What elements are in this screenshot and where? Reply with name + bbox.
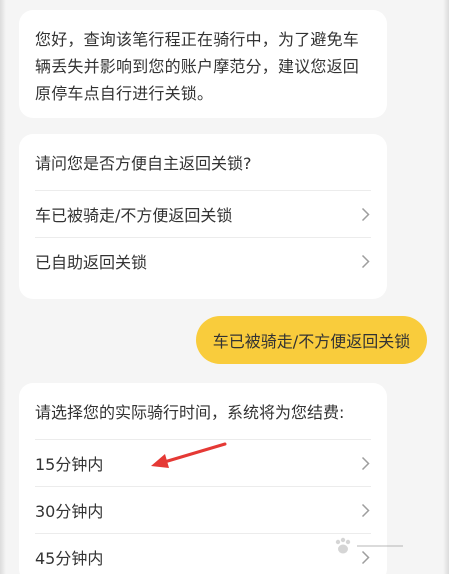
- option-bike-taken[interactable]: 车已被骑走/不方便返回关锁: [35, 190, 371, 237]
- chat-screen: 您好，查询该笔行程正在骑行中，为了避免车 辆丢失并影响到您的账户摩范分，建议您返…: [0, 0, 449, 574]
- option-45-minutes[interactable]: 45分钟内: [35, 533, 371, 574]
- notice-message: 您好，查询该笔行程正在骑行中，为了避免车 辆丢失并影响到您的账户摩范分，建议您返…: [35, 26, 371, 107]
- option-label: 45分钟内: [35, 549, 104, 568]
- notice-line: 您好，查询该笔行程正在骑行中，为了避免车: [35, 30, 360, 49]
- question-title: 请选择您的实际骑行时间，系统将为您结费:: [35, 403, 345, 422]
- option-label: 已自助返回关锁: [35, 253, 148, 272]
- return-lock-question-card: 请问您是否方便自主返回关锁? 车已被骑走/不方便返回关锁 已自助返回关锁: [19, 134, 387, 299]
- option-label: 30分钟内: [35, 502, 104, 521]
- ride-time-question-card: 请选择您的实际骑行时间，系统将为您结费: 15分钟内 30分钟内 45分钟内: [19, 383, 387, 574]
- chevron-right-icon: [359, 455, 371, 471]
- chevron-right-icon: [359, 206, 371, 222]
- user-reply-bubble: 车已被骑走/不方便返回关锁: [196, 316, 427, 364]
- chevron-right-icon: [359, 253, 371, 269]
- baidu-paw-icon: [333, 532, 413, 560]
- notice-line: 原停车点自行进行关锁。: [35, 84, 214, 103]
- option-label: 车已被骑走/不方便返回关锁: [35, 206, 233, 225]
- screen-left-edge: [0, 0, 6, 574]
- watermark-mark: [357, 545, 403, 547]
- chevron-right-icon: [359, 502, 371, 518]
- option-30-minutes[interactable]: 30分钟内: [35, 486, 371, 533]
- screen-right-edge: [443, 0, 449, 574]
- red-arrow-icon: [151, 442, 227, 468]
- notice-line: 辆丢失并影响到您的账户摩范分，建议您返回: [35, 57, 360, 76]
- bot-notice-card: 您好，查询该笔行程正在骑行中，为了避免车 辆丢失并影响到您的账户摩范分，建议您返…: [19, 10, 387, 118]
- question-title: 请问您是否方便自主返回关锁?: [35, 154, 252, 173]
- option-self-locked[interactable]: 已自助返回关锁: [35, 237, 371, 284]
- option-label: 15分钟内: [35, 455, 104, 474]
